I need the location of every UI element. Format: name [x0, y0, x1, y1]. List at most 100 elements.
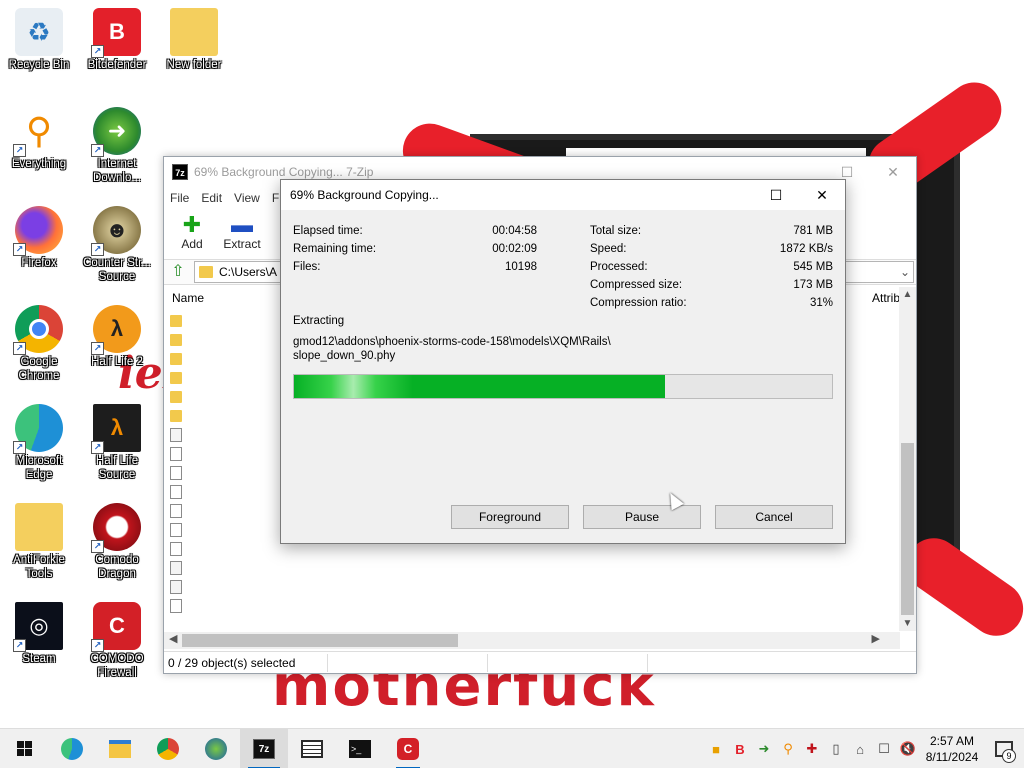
status-text: 0 / 29 object(s) selected [168, 653, 328, 672]
list-item[interactable] [170, 501, 190, 520]
progress-bar [293, 374, 833, 399]
taskbar-7zip[interactable]: 7z [240, 728, 288, 768]
scroll-right-icon[interactable]: ▶ [872, 632, 880, 645]
list-item[interactable] [170, 330, 190, 349]
taskbar-file-explorer[interactable] [96, 729, 144, 768]
scroll-down-icon[interactable]: ▼ [899, 618, 916, 629]
stat-label: Processed: [590, 261, 648, 273]
menu-edit[interactable]: Edit [201, 191, 222, 205]
list-item[interactable] [170, 425, 190, 444]
clock[interactable]: 2:57 AM 8/11/2024 [920, 733, 984, 765]
edge-icon [61, 737, 83, 760]
desktop-icon-steam[interactable]: ◎ ↗ Steam [1, 602, 77, 666]
magnifier-icon[interactable]: ⚲ [776, 741, 800, 757]
idm-tray-icon[interactable]: ➜ [752, 741, 776, 757]
usb-icon[interactable]: ▯ [824, 741, 848, 757]
desktop-icon-firefox[interactable]: ↗ Firefox [1, 206, 77, 270]
up-folder-icon[interactable]: ⇧ [168, 262, 188, 282]
horizontal-scroll-thumb[interactable] [182, 634, 458, 647]
folder-icon [170, 371, 182, 384]
dialog-close-button[interactable]: ✕ [799, 187, 845, 204]
network-status-icon[interactable]: ☐ [872, 741, 896, 757]
list-item[interactable] [170, 311, 190, 330]
file-icon [170, 522, 182, 537]
maximize-button[interactable]: ☐ [824, 164, 870, 181]
menu-file[interactable]: File [170, 191, 189, 205]
desktop-icon-label: Internet Downlo... [93, 158, 141, 184]
network-icon[interactable]: ⌂ [848, 742, 872, 757]
bitdefender-icon: B ↗ [91, 8, 141, 58]
bitdefender-icon[interactable]: B [728, 742, 752, 757]
list-item[interactable] [170, 558, 190, 577]
taskbar-chrome[interactable] [144, 729, 192, 768]
close-button[interactable]: ✕ [870, 164, 916, 181]
extract-button[interactable]: ▬ Extract [220, 212, 264, 251]
vertical-scrollbar[interactable]: ▲ ▼ [899, 287, 916, 631]
stat-row: Speed: 1872 KB/s [590, 240, 833, 258]
desktop-icon-label: Half Life 2 [91, 356, 143, 368]
stat-value: 545 MB [793, 261, 833, 273]
chevron-down-icon[interactable]: ⌄ [897, 265, 913, 279]
stat-row: Compressed size: 173 MB [590, 276, 833, 294]
volume-muted-icon[interactable]: 🔇 [896, 741, 920, 757]
stat-label: Files: [293, 261, 321, 273]
scroll-up-icon[interactable]: ▲ [899, 289, 916, 300]
list-item[interactable] [170, 463, 190, 482]
desktop-icon-microsoft-edge[interactable]: ↗ Microsoft Edge [1, 404, 77, 482]
plus-icon: ✚ [182, 212, 202, 237]
pause-button[interactable]: Pause [583, 505, 701, 529]
list-item[interactable] [170, 444, 190, 463]
desktop-icon-google-chrome[interactable]: ↗ Google Chrome [1, 305, 77, 383]
vertical-scroll-thumb[interactable] [901, 443, 914, 615]
desktop-icon-new-folder[interactable]: New folder [156, 8, 232, 72]
shield-icon[interactable]: ✚ [800, 741, 824, 757]
horizontal-scrollbar[interactable]: ◀ ▶ [164, 632, 900, 649]
desktop-icon-label: Steam [22, 653, 56, 665]
list-item[interactable] [170, 349, 190, 368]
list-item[interactable] [170, 520, 190, 539]
taskbar-idm[interactable] [192, 729, 240, 768]
menu-favorites[interactable]: F [272, 191, 279, 205]
add-button[interactable]: ✚ Add [170, 212, 214, 251]
taskbar-comodo[interactable]: C [384, 729, 432, 768]
start-button[interactable] [0, 729, 48, 768]
foreground-button[interactable]: Foreground [451, 505, 569, 529]
list-item[interactable] [170, 577, 190, 596]
terminal-icon: >_ [349, 739, 371, 758]
dialog-maximize-button[interactable]: ☐ [753, 187, 799, 204]
column-attrib[interactable]: Attrib [872, 291, 900, 305]
desktop-icon-half-life-source[interactable]: λ ↗ Half Life Source [79, 404, 155, 482]
desktop-icon-bitdefender[interactable]: B ↗ Bitdefender [79, 8, 155, 72]
dialog-titlebar[interactable]: 69% Background Copying... ☐ ✕ [281, 180, 845, 210]
scroll-left-icon[interactable]: ◀ [169, 632, 177, 645]
list-item[interactable] [170, 596, 190, 615]
desktop-icon-label: Everything [11, 158, 67, 170]
list-item[interactable] [170, 387, 190, 406]
desktop-icon-antiforkie-tools[interactable]: AntiForkie Tools [1, 503, 77, 581]
desktop-icon-internet-download-manager[interactable]: ➜ ↗ Internet Downlo... [79, 107, 155, 185]
desktop-icon-comodo-dragon[interactable]: ↗ Comodo Dragon [79, 503, 155, 581]
list-item[interactable] [170, 406, 190, 425]
extract-label: Extract [223, 237, 261, 251]
desktop-icon-comodo-firewall[interactable]: C ↗ COMODO Firewall [79, 602, 155, 680]
notification-center-button[interactable]: 9 [984, 729, 1024, 768]
list-item[interactable] [170, 368, 190, 387]
taskbar-terminal[interactable]: >_ [336, 729, 384, 768]
folder-icon [170, 390, 182, 403]
taskbar-app-window[interactable] [288, 729, 336, 768]
folder-icon [170, 409, 182, 422]
desktop-icon-recycle-bin[interactable]: ♻ Recycle Bin [1, 8, 77, 72]
desktop-icon-label: Comodo Dragon [95, 554, 139, 580]
list-item[interactable] [170, 482, 190, 501]
clock-date: 8/11/2024 [925, 750, 979, 764]
warning-icon[interactable]: ■ [704, 742, 728, 757]
windows-logo-icon [16, 741, 32, 756]
desktop-icon-half-life-2[interactable]: λ ↗ Half Life 2 [79, 305, 155, 369]
cancel-button[interactable]: Cancel [715, 505, 833, 529]
desktop-icon-label: Counter Str... Source [83, 257, 151, 283]
menu-view[interactable]: View [234, 191, 260, 205]
desktop-icon-everything[interactable]: ⚲ ↗ Everything [1, 107, 77, 171]
desktop-icon-counter-strike[interactable]: ☻ ↗ Counter Str... Source [79, 206, 155, 284]
list-item[interactable] [170, 539, 190, 558]
taskbar-edge[interactable] [48, 729, 96, 768]
